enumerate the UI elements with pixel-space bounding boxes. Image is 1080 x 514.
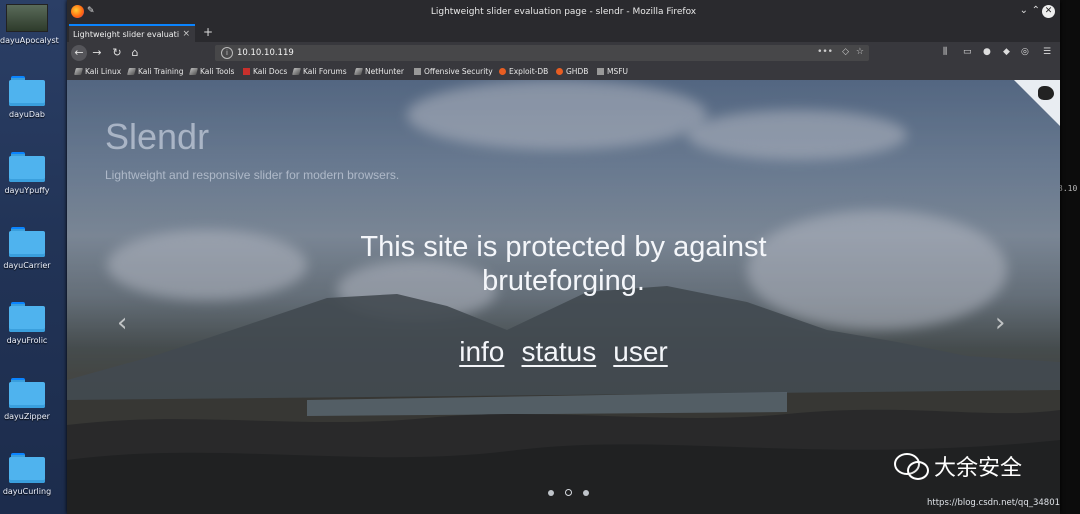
folder-icon: [9, 227, 45, 257]
pocket-icon[interactable]: ◇: [842, 47, 849, 57]
bookmarks-toolbar: Kali Linux Kali Training Kali Tools Kali…: [67, 64, 1060, 81]
desktop-icons: dayuApocalyst dayuDab dayuYpuffy dayuCar…: [0, 0, 66, 514]
desktop-icon-label: dayuZipper: [4, 412, 50, 421]
desktop-icon-label: dayuDab: [9, 110, 45, 119]
site-info-icon[interactable]: i: [221, 47, 233, 59]
red-icon: [243, 68, 250, 75]
tab-close-icon[interactable]: ×: [182, 29, 190, 39]
terminal-text: 3.10: [1058, 184, 1078, 193]
folder-icon: [9, 302, 45, 332]
tab-label: Lightweight slider evaluation p: [73, 30, 179, 39]
desktop-icon-dayufrolic[interactable]: dayuFrolic: [0, 302, 54, 345]
folder-icon: [9, 76, 45, 106]
extension-icon[interactable]: ◎: [1021, 47, 1029, 57]
close-window-button[interactable]: ✕: [1042, 5, 1055, 18]
page-links: info status user: [67, 336, 1060, 368]
maximize-icon[interactable]: ⌃: [1032, 5, 1040, 16]
folder-icon: [9, 152, 45, 182]
corner-ribbon[interactable]: [1014, 80, 1060, 126]
ghdb-icon: [556, 68, 563, 75]
desktop-icon-dayudab[interactable]: dayuDab: [0, 76, 54, 119]
bookmark-kali-training[interactable]: Kali Training: [127, 67, 184, 76]
url-text[interactable]: 10.10.10.119: [237, 48, 294, 58]
kali-dragon-icon: [292, 68, 301, 75]
terminal-window-edge[interactable]: 3.10: [1058, 0, 1080, 514]
github-octocat-icon[interactable]: [1038, 86, 1054, 100]
slide-dot-3[interactable]: [583, 490, 590, 496]
protection-headline: This site is protected by against brutef…: [67, 230, 1060, 298]
desktop-icon-label: dayuCarrier: [3, 261, 51, 270]
hamburger-menu-icon[interactable]: ☰: [1043, 47, 1051, 57]
msfu-icon: [597, 68, 604, 75]
bookmark-kali-docs[interactable]: Kali Docs: [243, 67, 287, 76]
user-link[interactable]: user: [613, 336, 667, 367]
folder-icon: [9, 453, 45, 483]
watermark-text: 大余安全: [934, 456, 1023, 481]
bookmark-kali-linux[interactable]: Kali Linux: [74, 67, 121, 76]
desktop-icon-label: dayuFrolic: [6, 336, 48, 345]
minimize-icon[interactable]: ⌄: [1020, 5, 1028, 16]
headline-line-1: This site is protected by against: [360, 231, 767, 263]
image-thumbnail-icon: [6, 4, 48, 32]
window-title: Lightweight slider evaluation page - sle…: [430, 7, 697, 17]
bookmark-msfu[interactable]: MSFU: [597, 67, 628, 76]
bookmark-offensive-security[interactable]: Offensive Security: [414, 67, 493, 76]
desktop-icon-dayuypuffy[interactable]: dayuYpuffy: [0, 152, 54, 195]
csdn-url-watermark: https://blog.csdn.net/qq_34801745: [927, 498, 1060, 508]
site-brand: Slendr: [105, 116, 210, 157]
kali-dragon-icon: [74, 68, 83, 75]
desktop-icon-label: dayuCurling: [2, 487, 52, 496]
desktop-icon-dayuzipper[interactable]: dayuZipper: [0, 378, 54, 421]
sidebar-icon[interactable]: ▭: [963, 47, 972, 57]
reload-button[interactable]: ↻: [109, 45, 125, 61]
desktop-icon-label: dayuYpuffy: [4, 186, 50, 195]
account-icon[interactable]: ●: [983, 47, 991, 57]
url-bar[interactable]: i 10.10.10.119 ••• ◇ ☆: [215, 45, 869, 61]
window-titlebar[interactable]: ✎ Lightweight slider evaluation page - s…: [67, 0, 1060, 24]
folder-icon: [9, 378, 45, 408]
bookmark-kali-forums[interactable]: Kali Forums: [292, 67, 347, 76]
forward-button[interactable]: →: [89, 45, 105, 61]
slider-next-arrow[interactable]: ›: [995, 308, 1005, 338]
bookmark-ghdb[interactable]: GHDB: [556, 67, 588, 76]
desktop-icon-dayucurling[interactable]: dayuCurling: [0, 453, 54, 496]
page-content: Slendr Lightweight and responsive slider…: [67, 80, 1060, 514]
desktop-icon-dayucarrier[interactable]: dayuCarrier: [0, 227, 54, 270]
wechat-watermark: 大余安全: [894, 450, 1022, 482]
kali-dragon-icon: [189, 68, 198, 75]
new-tab-button[interactable]: +: [203, 25, 213, 39]
bookmark-nethunter[interactable]: NetHunter: [354, 67, 404, 76]
slider-pagination: [545, 481, 592, 500]
desktop-icon-dayuapocalyst[interactable]: dayuApocalyst: [0, 4, 59, 45]
tab-slendr[interactable]: Lightweight slider evaluation p ×: [69, 24, 195, 42]
wechat-icon: [894, 453, 929, 480]
page-actions-button[interactable]: •••: [817, 47, 833, 57]
home-button[interactable]: ⌂: [127, 45, 143, 61]
bookmark-kali-tools[interactable]: Kali Tools: [189, 67, 234, 76]
headline-line-2: bruteforging.: [482, 265, 645, 297]
tab-strip: Lightweight slider evaluation p × +: [67, 24, 1060, 42]
exploitdb-icon: [499, 68, 506, 75]
desktop-icon-label: dayuApocalyst: [0, 36, 59, 45]
slide-dot-1[interactable]: [548, 490, 554, 496]
firefox-window: ✎ Lightweight slider evaluation page - s…: [67, 0, 1060, 514]
info-link[interactable]: info: [459, 336, 504, 367]
bookmark-star-icon[interactable]: ☆: [856, 47, 864, 57]
kali-dragon-icon: [354, 68, 363, 75]
back-button[interactable]: ←: [71, 45, 87, 61]
status-link[interactable]: status: [521, 336, 596, 367]
bookmark-exploit-db[interactable]: Exploit-DB: [499, 67, 548, 76]
slide-dot-2[interactable]: [565, 489, 573, 496]
slider-prev-arrow[interactable]: ‹: [117, 308, 127, 338]
library-icon[interactable]: ⫼: [943, 47, 947, 57]
navigation-toolbar: ← → ↻ ⌂ i 10.10.10.119 ••• ◇ ☆ ⫼ ▭ ● ◆ ◎…: [67, 42, 1060, 64]
kali-dragon-icon: [127, 68, 136, 75]
extension-fox-icon[interactable]: ◆: [1003, 47, 1010, 57]
site-tagline: Lightweight and responsive slider for mo…: [105, 168, 400, 182]
offsec-icon: [414, 68, 421, 75]
